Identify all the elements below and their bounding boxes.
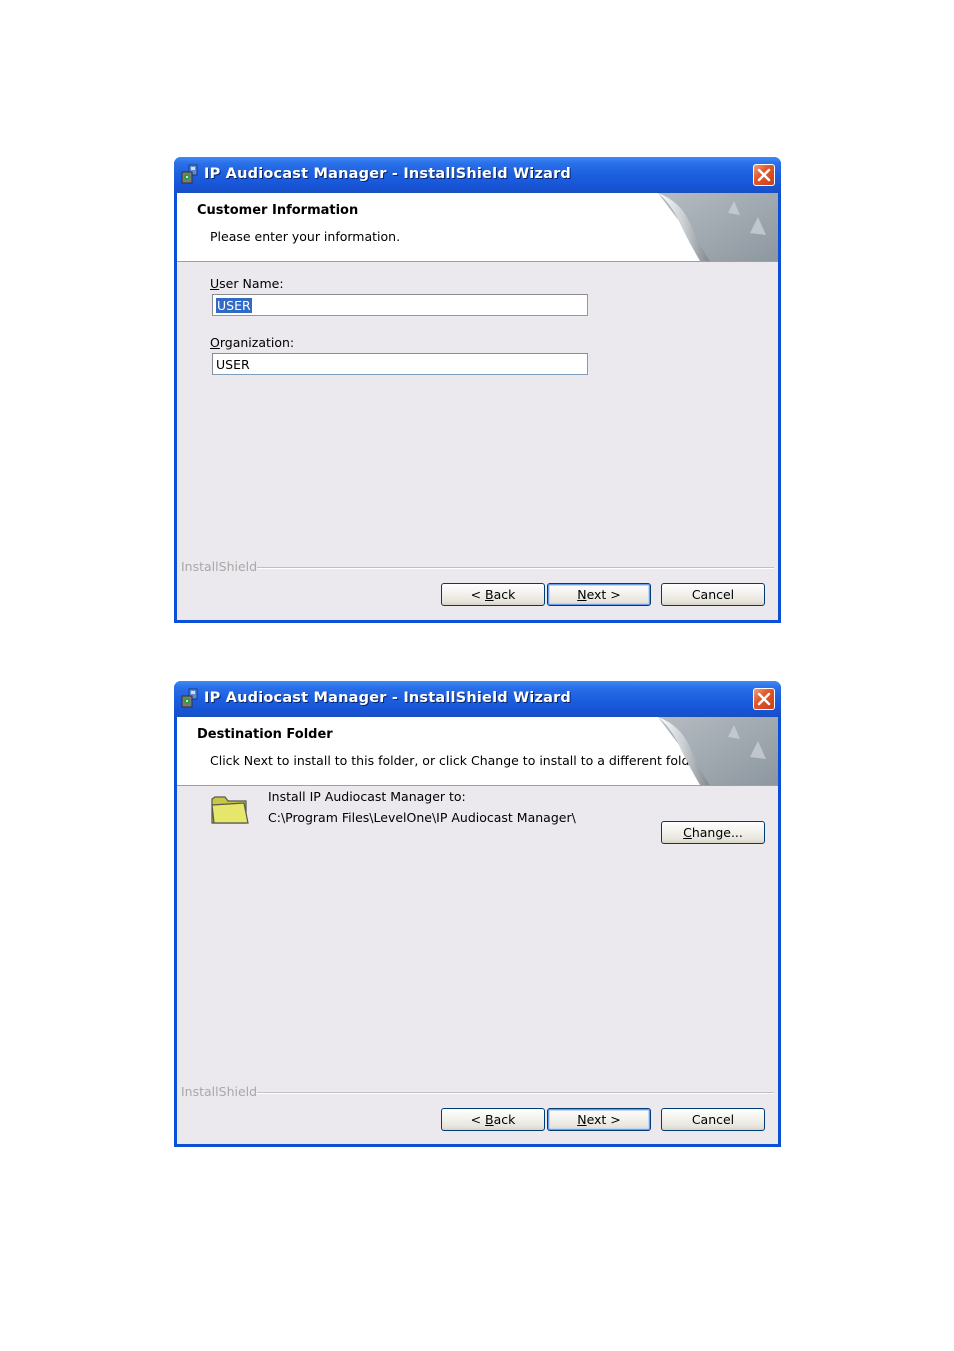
brand-divider bbox=[257, 1092, 774, 1094]
user-name-label: User Name: bbox=[210, 276, 284, 291]
title-bar[interactable]: IP Audiocast Manager - InstallShield Wiz… bbox=[174, 681, 781, 717]
dialog-client-area: Customer Information Please enter your i… bbox=[177, 193, 778, 620]
banner-subtitle: Click Next to install to this folder, or… bbox=[210, 753, 706, 768]
user-name-value: USER bbox=[216, 298, 252, 313]
back-button[interactable]: < Back bbox=[441, 1108, 545, 1131]
dialog-client-area: Destination Folder Click Next to install… bbox=[177, 717, 778, 1144]
install-to-label: Install IP Audiocast Manager to: bbox=[268, 789, 466, 804]
destination-folder-dialog: IP Audiocast Manager - InstallShield Wiz… bbox=[174, 681, 781, 1147]
title-bar[interactable]: IP Audiocast Manager - InstallShield Wiz… bbox=[174, 157, 781, 193]
banner-title: Customer Information bbox=[197, 203, 359, 218]
header-banner: Customer Information Please enter your i… bbox=[177, 193, 778, 262]
brand-divider bbox=[257, 567, 774, 569]
page-curl-artwork bbox=[658, 717, 778, 785]
installer-package-icon bbox=[181, 164, 198, 184]
next-button[interactable]: Next > bbox=[547, 1108, 651, 1131]
banner-title: Destination Folder bbox=[197, 727, 333, 742]
page-curl-artwork bbox=[658, 193, 778, 261]
next-button[interactable]: Next > bbox=[547, 583, 651, 606]
organization-label: Organization: bbox=[210, 335, 295, 350]
user-name-input[interactable]: USER bbox=[212, 294, 588, 316]
window-title: IP Audiocast Manager - InstallShield Wiz… bbox=[204, 166, 572, 182]
change-button[interactable]: Change... bbox=[661, 821, 765, 844]
organization-input[interactable]: USER bbox=[212, 353, 588, 375]
window-title: IP Audiocast Manager - InstallShield Wiz… bbox=[204, 690, 572, 706]
close-x-icon bbox=[757, 692, 771, 706]
header-banner: Destination Folder Click Next to install… bbox=[177, 717, 778, 786]
installshield-brand: InstallShield bbox=[181, 1084, 258, 1099]
back-button[interactable]: < Back bbox=[441, 583, 545, 606]
cancel-button[interactable]: Cancel bbox=[661, 1108, 765, 1131]
close-button[interactable] bbox=[753, 688, 775, 710]
banner-subtitle: Please enter your information. bbox=[210, 229, 401, 244]
cancel-button[interactable]: Cancel bbox=[661, 583, 765, 606]
close-x-icon bbox=[757, 168, 771, 182]
installer-package-icon bbox=[181, 688, 198, 708]
folder-icon bbox=[211, 796, 249, 824]
close-button[interactable] bbox=[753, 164, 775, 186]
customer-information-dialog: IP Audiocast Manager - InstallShield Wiz… bbox=[174, 157, 781, 623]
installshield-brand: InstallShield bbox=[181, 559, 258, 574]
install-path: C:\Program Files\LevelOne\IP Audiocast M… bbox=[268, 810, 576, 825]
organization-value: USER bbox=[216, 357, 250, 372]
